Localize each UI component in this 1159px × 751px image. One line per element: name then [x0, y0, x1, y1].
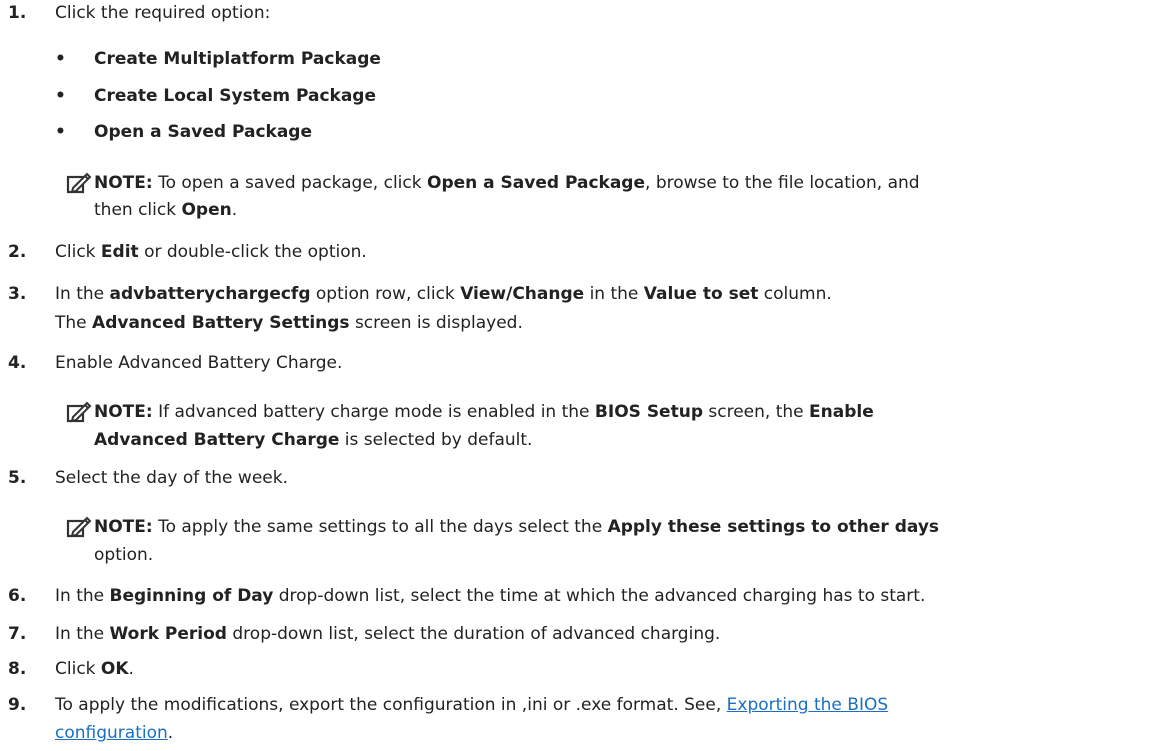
pencil-note-icon	[66, 401, 92, 423]
note-text: Enable	[809, 402, 874, 422]
step-3-text-part: option row, click	[310, 284, 461, 304]
step-2-text-part: Edit	[100, 242, 139, 262]
step-8-text: Click OK.	[55, 658, 134, 680]
note-line: then click Open.	[94, 199, 237, 221]
note-text: BIOS Setup	[594, 402, 703, 422]
step-8-text-part: OK	[100, 659, 129, 679]
note-text: Advanced Battery Charge	[94, 430, 340, 450]
note-line: NOTE: If advanced battery charge mode is…	[94, 401, 874, 423]
step-1-text: Click the required option:	[55, 2, 270, 24]
step-2-text-part: or double-click the option.	[138, 242, 367, 262]
note-text: option.	[94, 545, 154, 565]
step-1-text-part: Click the required option:	[55, 3, 271, 23]
step-6-text-part: drop-down list, select the time at which…	[273, 586, 926, 606]
step-6-text-part: Beginning of Day	[109, 586, 274, 606]
step-3-text-part: View/Change	[460, 284, 585, 304]
bullet-marker: •	[55, 122, 66, 142]
note-text: .	[231, 200, 238, 220]
step-4-text: Enable Advanced Battery Charge.	[55, 352, 342, 374]
step-3-text-part: column.	[758, 284, 832, 304]
step-number: 8.	[8, 659, 27, 679]
step-number: 3.	[8, 284, 27, 304]
step-number: 1.	[8, 3, 27, 23]
step-7-text-part: drop-down list, select the duration of a…	[226, 624, 721, 644]
step-3-continuation-part: Advanced Battery Settings	[92, 313, 350, 333]
step-7-text: In the Work Period drop-down list, selec…	[55, 623, 720, 645]
option-bullet-item: Create Local System Package	[94, 86, 377, 106]
step-5-text: Select the day of the week.	[55, 467, 288, 489]
export-bios-link[interactable]: Exporting the BIOS	[727, 695, 889, 715]
step-number: 5.	[8, 468, 27, 488]
note-text: then click	[94, 200, 182, 220]
step-2-text-part: Click	[55, 242, 101, 262]
note-label: NOTE:	[94, 402, 153, 422]
note-label: NOTE:	[94, 517, 153, 537]
note-text: is selected by default.	[339, 430, 533, 450]
step-4-text-part: Enable Advanced Battery Charge.	[55, 353, 343, 373]
export-bios-link-continued[interactable]: configuration	[55, 723, 168, 743]
step-3-text-part: in the	[584, 284, 644, 304]
note-text: If advanced battery charge mode is enabl…	[152, 402, 595, 422]
step-3-text-part: In the	[55, 284, 110, 304]
step-number: 7.	[8, 624, 27, 644]
pencil-note-icon	[66, 172, 92, 194]
option-bullet-item: Create Multiplatform Package	[94, 49, 381, 69]
note-text: To apply the same settings to all the da…	[152, 517, 608, 537]
note-line: option.	[94, 544, 153, 566]
note-label: NOTE:	[94, 173, 153, 193]
step-9-text: To apply the modifications, export the c…	[55, 694, 888, 716]
step-2-text: Click Edit or double-click the option.	[55, 241, 367, 263]
step-8-text-part: Click	[55, 659, 101, 679]
option-bullet-item: Open a Saved Package	[94, 122, 313, 142]
bullet-marker: •	[55, 49, 66, 69]
step-5-text-part: Select the day of the week.	[55, 468, 288, 488]
note-line: NOTE: To open a saved package, click Ope…	[94, 172, 920, 194]
step-3-continuation-part: The	[55, 313, 93, 333]
step-number: 4.	[8, 353, 27, 373]
step-7-text-part: In the	[55, 624, 110, 644]
bullet-marker: •	[55, 86, 66, 106]
step-7-text-part: Work Period	[109, 624, 227, 644]
note-text: To open a saved package, click	[152, 173, 427, 193]
step-6-text-part: In the	[55, 586, 110, 606]
step-3-continuation-part: screen is displayed.	[349, 313, 523, 333]
note-text: Open a Saved Package	[427, 173, 646, 193]
note-text: screen, the	[703, 402, 810, 422]
step-3-text-part: advbatterychargecfg	[109, 284, 311, 304]
step-number: 6.	[8, 586, 27, 606]
step-9-text-part: To apply the modifications, export the c…	[55, 695, 727, 715]
note-line: Advanced Battery Charge is selected by d…	[94, 429, 532, 451]
step-3-continuation: The Advanced Battery Settings screen is …	[55, 312, 523, 334]
step-9-period: .	[167, 723, 174, 743]
note-text: Apply these settings to other days	[607, 517, 940, 537]
step-3-text: In the advbatterychargecfg option row, c…	[55, 283, 832, 305]
note-text: Open	[181, 200, 232, 220]
step-6-text: In the Beginning of Day drop-down list, …	[55, 585, 925, 607]
step-8-text-part: .	[128, 659, 134, 679]
step-number: 2.	[8, 242, 27, 262]
pencil-note-icon	[66, 516, 92, 538]
step-number: 9.	[8, 695, 27, 715]
note-line: NOTE: To apply the same settings to all …	[94, 516, 939, 538]
step-3-text-part: Value to set	[643, 284, 759, 304]
step-9-continuation: configuration.	[55, 722, 173, 744]
note-text: , browse to the file location, and	[645, 173, 920, 193]
